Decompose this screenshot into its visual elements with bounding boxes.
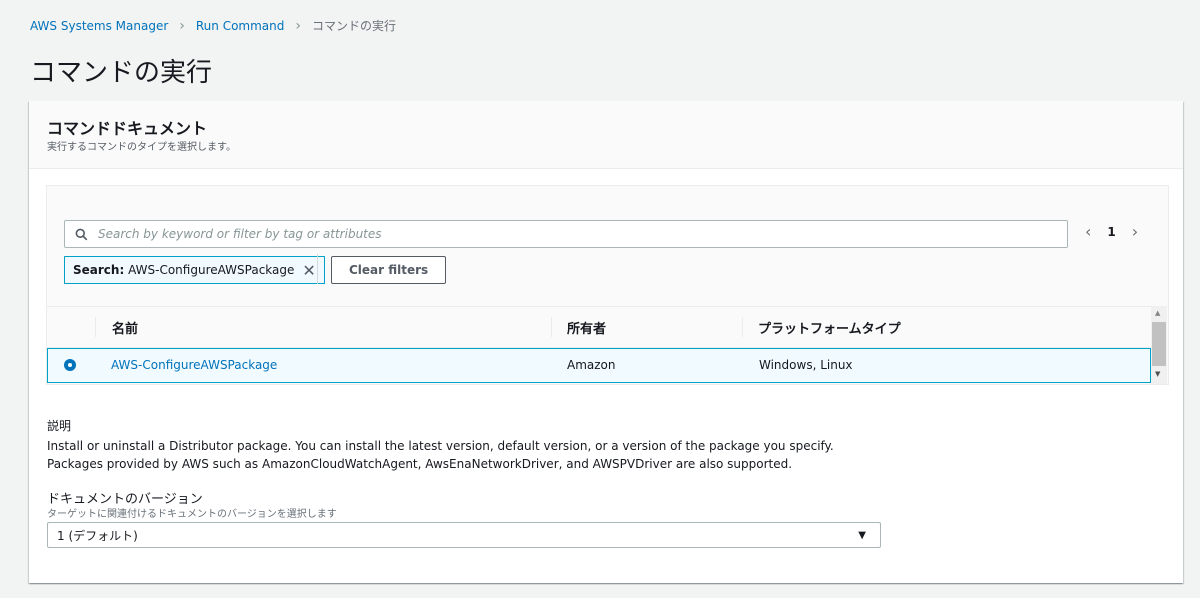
page-number[interactable]: 1 (1107, 225, 1115, 239)
scroll-up-icon[interactable]: ▲ (1155, 309, 1160, 317)
column-header-platform[interactable]: プラットフォームタイプ (758, 318, 901, 337)
chevron-right-icon: › (179, 17, 185, 34)
filter-token: Search: AWS-ConfigureAWSPackage ✕ (64, 256, 325, 284)
caret-down-icon: ▼ (858, 529, 866, 541)
breadcrumb-link-systems-manager[interactable]: AWS Systems Manager (30, 19, 168, 33)
version-select[interactable]: 1 (デフォルト) ▼ (47, 522, 881, 548)
column-divider (95, 317, 96, 337)
search-icon (75, 228, 88, 240)
panel-title: コマンドドキュメント (47, 119, 208, 138)
table-row[interactable]: AWS-ConfigureAWSPackage Amazon Windows, … (47, 348, 1151, 383)
divider (317, 254, 318, 284)
document-table: ‹ 1 › Search: AWS-ConfigureAWSPackage ✕ … (46, 185, 1169, 385)
owner-cell: Amazon (567, 358, 616, 372)
version-sublabel: ターゲットに関連付けるドキュメントのバージョンを選択します (47, 509, 337, 520)
pagination: ‹ 1 › (1085, 222, 1138, 241)
search-input[interactable] (96, 222, 1067, 246)
breadcrumb-link-run-command[interactable]: Run Command (196, 19, 285, 33)
row-radio-button[interactable] (64, 359, 76, 371)
chevron-right-icon[interactable]: › (1132, 222, 1138, 241)
column-divider (551, 317, 552, 337)
scroll-thumb[interactable] (1152, 322, 1166, 366)
document-name-link[interactable]: AWS-ConfigureAWSPackage (111, 358, 277, 372)
platform-cell: Windows, Linux (759, 358, 853, 372)
description-text: Install or uninstall a Distributor packa… (47, 439, 834, 471)
breadcrumb-current: コマンドの実行 (311, 19, 396, 33)
clear-filters-button[interactable]: Clear filters (331, 256, 447, 284)
chevron-right-icon: › (295, 17, 301, 34)
page-title: コマンドの実行 (30, 58, 213, 88)
scroll-down-icon[interactable]: ▼ (1155, 370, 1160, 378)
close-icon[interactable]: ✕ (302, 261, 315, 280)
column-header-name[interactable]: 名前 (112, 318, 138, 337)
table-scrollbar[interactable]: ▲ ▼ (1151, 306, 1167, 384)
column-header-owner[interactable]: 所有者 (567, 318, 606, 337)
filter-token-value: AWS-ConfigureAWSPackage (128, 263, 295, 277)
command-document-panel: コマンドドキュメント 実行するコマンドのタイプを選択します。 ‹ 1 › Sea… (29, 101, 1183, 583)
table-header: 名前 所有者 プラットフォームタイプ (47, 306, 1151, 348)
panel-header: コマンドドキュメント 実行するコマンドのタイプを選択します。 (29, 101, 1183, 169)
chevron-left-icon[interactable]: ‹ (1085, 222, 1091, 241)
panel-description: 実行するコマンドのタイプを選択します。 (47, 142, 236, 153)
column-divider (742, 317, 743, 337)
filter-token-label: Search: (73, 263, 125, 277)
description-label: 説明 (47, 419, 72, 433)
breadcrumb: AWS Systems Manager › Run Command › コマンド… (30, 17, 396, 34)
version-select-value: 1 (デフォルト) (57, 528, 138, 543)
search-bar (64, 220, 1068, 248)
filter-token-text: Search: AWS-ConfigureAWSPackage (73, 263, 294, 277)
